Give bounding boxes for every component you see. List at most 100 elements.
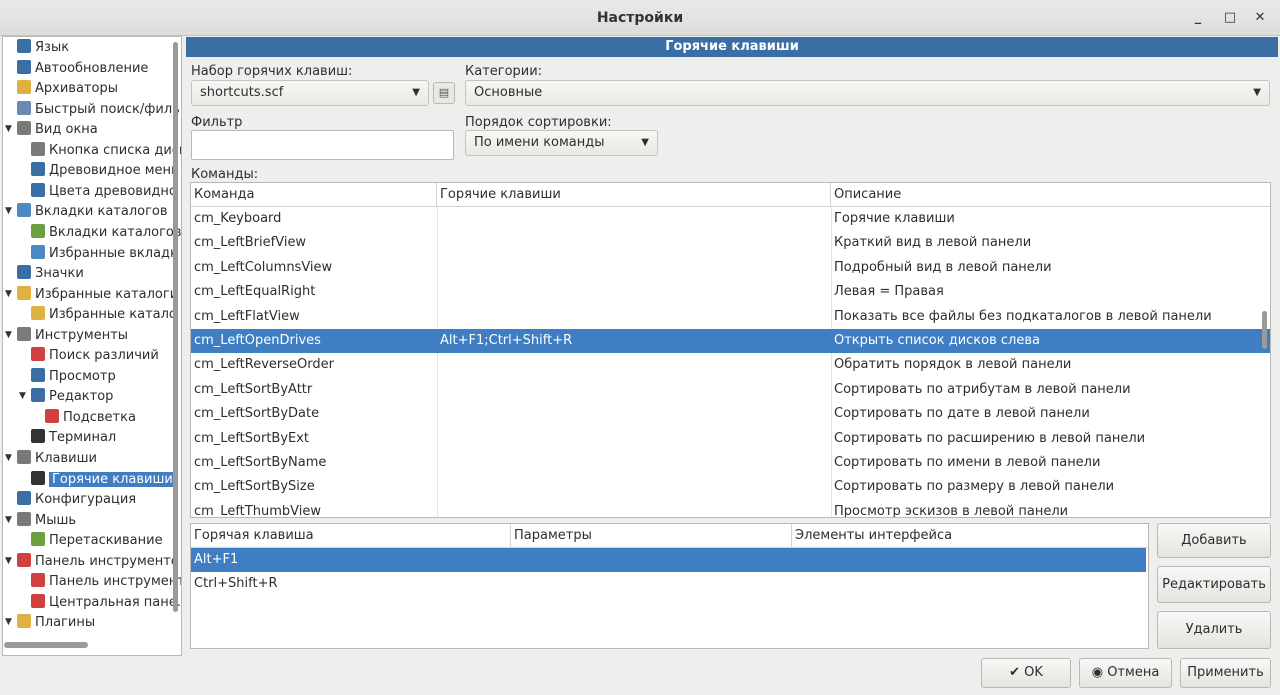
table-row[interactable]: Ctrl+Shift+R [191,572,1146,596]
shortcut-set-combo[interactable]: shortcuts.scf ▼ [191,80,429,106]
cancel-button[interactable]: ◉ Отмена [1079,658,1172,688]
table-row[interactable]: cm_Keyboard Горячие клавиши [191,207,1270,231]
table-row[interactable]: cm_LeftBriefView Краткий вид в левой пане… [191,231,1270,255]
commands-vertical-scrollbar[interactable] [1258,207,1270,517]
delete-button[interactable]: Удалить [1157,611,1271,649]
archive-icon [17,80,31,95]
command-cell: cm_LeftBriefView [194,235,307,251]
tree-item[interactable]: Плагины [17,613,95,633]
command-cell: cm_Keyboard [194,211,282,226]
tree-item-label: Редактор [49,389,114,405]
ui-elements-cell [792,548,795,572]
tree-item[interactable]: Цвета древовидно [31,182,177,202]
tree-item[interactable]: Поиск различий [31,346,159,366]
table-row[interactable]: cm_LeftSortByDate Сортировать по дате в л… [191,402,1270,426]
tree-scroll-thumb[interactable] [173,42,178,612]
column-header-command[interactable]: Команда [191,183,437,207]
add-button[interactable]: Добавить [1157,523,1271,558]
tree-item[interactable]: Панель инструменто [17,552,179,572]
tree-item[interactable]: Быстрый поиск/филь [17,100,180,120]
table-row[interactable]: cm_LeftOpenDrives Alt+F1;Ctrl+Shift+R Откр… [191,329,1270,353]
tree-item[interactable]: Архиваторы [17,79,118,99]
expander-arrow-icon[interactable]: ▼ [19,391,26,401]
maximize-button[interactable]: □ [1220,8,1240,28]
tree-item[interactable]: Кнопка списка диск [31,141,181,161]
hotkeys-table[interactable]: Горячая клавиша Параметры Элементы интер… [190,523,1149,649]
tree-item[interactable]: Мышь [17,511,76,531]
tree-item[interactable]: Перетаскивание [31,531,163,551]
description-cell: Левая = Правая [834,284,944,300]
tree-item[interactable]: Клавиши [17,449,97,469]
tree-item[interactable]: Центральная пане. [31,593,181,613]
tree-item-label: Быстрый поиск/филь [35,101,180,117]
expander-arrow-icon[interactable]: ▼ [5,453,12,463]
column-header-ui-elements[interactable]: Элементы интерфейса [792,524,1148,548]
table-row[interactable]: cm_LeftFlatView Показать все файлы без по… [191,305,1270,329]
expander-arrow-icon[interactable]: ▼ [5,206,12,216]
table-row[interactable]: cm_LeftSortByAttr Сортировать по атрибута… [191,378,1270,402]
table-row[interactable]: cm_LeftSortByExt Сортировать по расширени… [191,427,1270,451]
tree-item[interactable]: Горячие клавиши [31,470,176,490]
column-header-parameters[interactable]: Параметры [511,524,792,548]
column-header-hotkeys[interactable]: Горячие клавиши [437,183,831,207]
description-cell: Сортировать по атрибутам в левой панели [834,381,1131,397]
language-icon [17,39,31,53]
apply-button[interactable]: Применить [1180,658,1271,688]
commands-table[interactable]: Команда Горячие клавиши Описание cm_Keyb… [190,182,1271,518]
shortcut-set-edit-icon[interactable]: ▤ [433,82,455,104]
hotkeys-cell [437,378,831,402]
tree-item[interactable]: Инструменты [17,326,128,346]
expander-arrow-icon[interactable]: ▼ [5,515,12,525]
expander-arrow-icon[interactable]: ▼ [5,556,12,566]
tree-item[interactable]: Избранные вкладк [31,244,178,264]
hotkeys-cell [437,353,831,377]
tree-item[interactable]: Терминал [31,428,116,448]
filter-input[interactable] [191,130,454,160]
tree-item[interactable]: Панель инструмент [31,572,181,592]
close-button[interactable]: ✕ [1250,8,1270,28]
minimize-button[interactable]: _ [1188,8,1208,28]
config-icon [17,491,31,506]
tree-item[interactable]: Язык [17,38,69,58]
hotkeys-cell [437,500,831,517]
table-row[interactable]: Alt+F1 [191,548,1146,572]
ok-button[interactable]: ✔ OK [981,658,1071,688]
expander-arrow-icon[interactable]: ▼ [5,617,12,627]
tree-item[interactable]: Значки [17,264,84,284]
tree-item[interactable]: Подсветка [45,408,136,428]
sort-order-combo[interactable]: По имени команды ▼ [465,130,658,156]
categories-value: Основные [474,85,543,100]
table-row[interactable]: cm_LeftReverseOrder Обратить порядок в ле… [191,353,1270,377]
command-cell: cm_LeftSortByDate [194,406,320,422]
edit-button[interactable]: Редактировать [1157,566,1271,603]
expander-arrow-icon[interactable]: ▼ [5,124,12,134]
tree-horizontal-scrollbar[interactable] [4,642,88,648]
tree-item-label: Панель инструменто [35,553,179,569]
tree-item[interactable]: Избранные катало [31,305,177,325]
expander-arrow-icon[interactable]: ▼ [5,289,12,299]
tree-item[interactable]: Вкладки каталогов [31,223,181,243]
tree-item[interactable]: Автообновление [17,59,148,79]
table-row[interactable]: cm_LeftThumbView Просмотр эскизов в левой… [191,500,1270,518]
tree-item[interactable]: Вкладки каталогов [17,202,168,222]
commands-scroll-thumb[interactable] [1262,311,1267,349]
table-row[interactable]: cm_LeftSortBySize Сортировать по размеру … [191,475,1270,499]
tree-item[interactable]: Древовидное менк [31,161,179,181]
tree-item[interactable]: Редактор [31,387,113,407]
expander-arrow-icon[interactable]: ▼ [5,330,12,340]
tree-item[interactable]: Вид окна [17,120,98,140]
column-header-hotkey[interactable]: Горячая клавиша [191,524,511,548]
table-row[interactable]: cm_LeftEqualRight Левая = Правая [191,280,1270,304]
tree-item[interactable]: Конфигурация [17,490,136,510]
table-row[interactable]: cm_LeftColumnsView Подробный вид в левой … [191,256,1270,280]
tree-item-label: Автообновление [35,60,149,76]
command-cell: cm_LeftThumbView [194,503,321,518]
tree-item[interactable]: Избранные каталоги [17,285,178,305]
tree-item-label: Плагины [35,615,96,631]
tree-item-label: Перетаскивание [49,533,163,549]
tree-vertical-scrollbar[interactable] [172,40,180,620]
tree-item[interactable]: Просмотр [31,367,116,387]
categories-combo[interactable]: Основные ▼ [465,80,1270,106]
column-header-description[interactable]: Описание [831,183,1259,207]
table-row[interactable]: cm_LeftSortByName Сортировать по имени в … [191,451,1270,475]
